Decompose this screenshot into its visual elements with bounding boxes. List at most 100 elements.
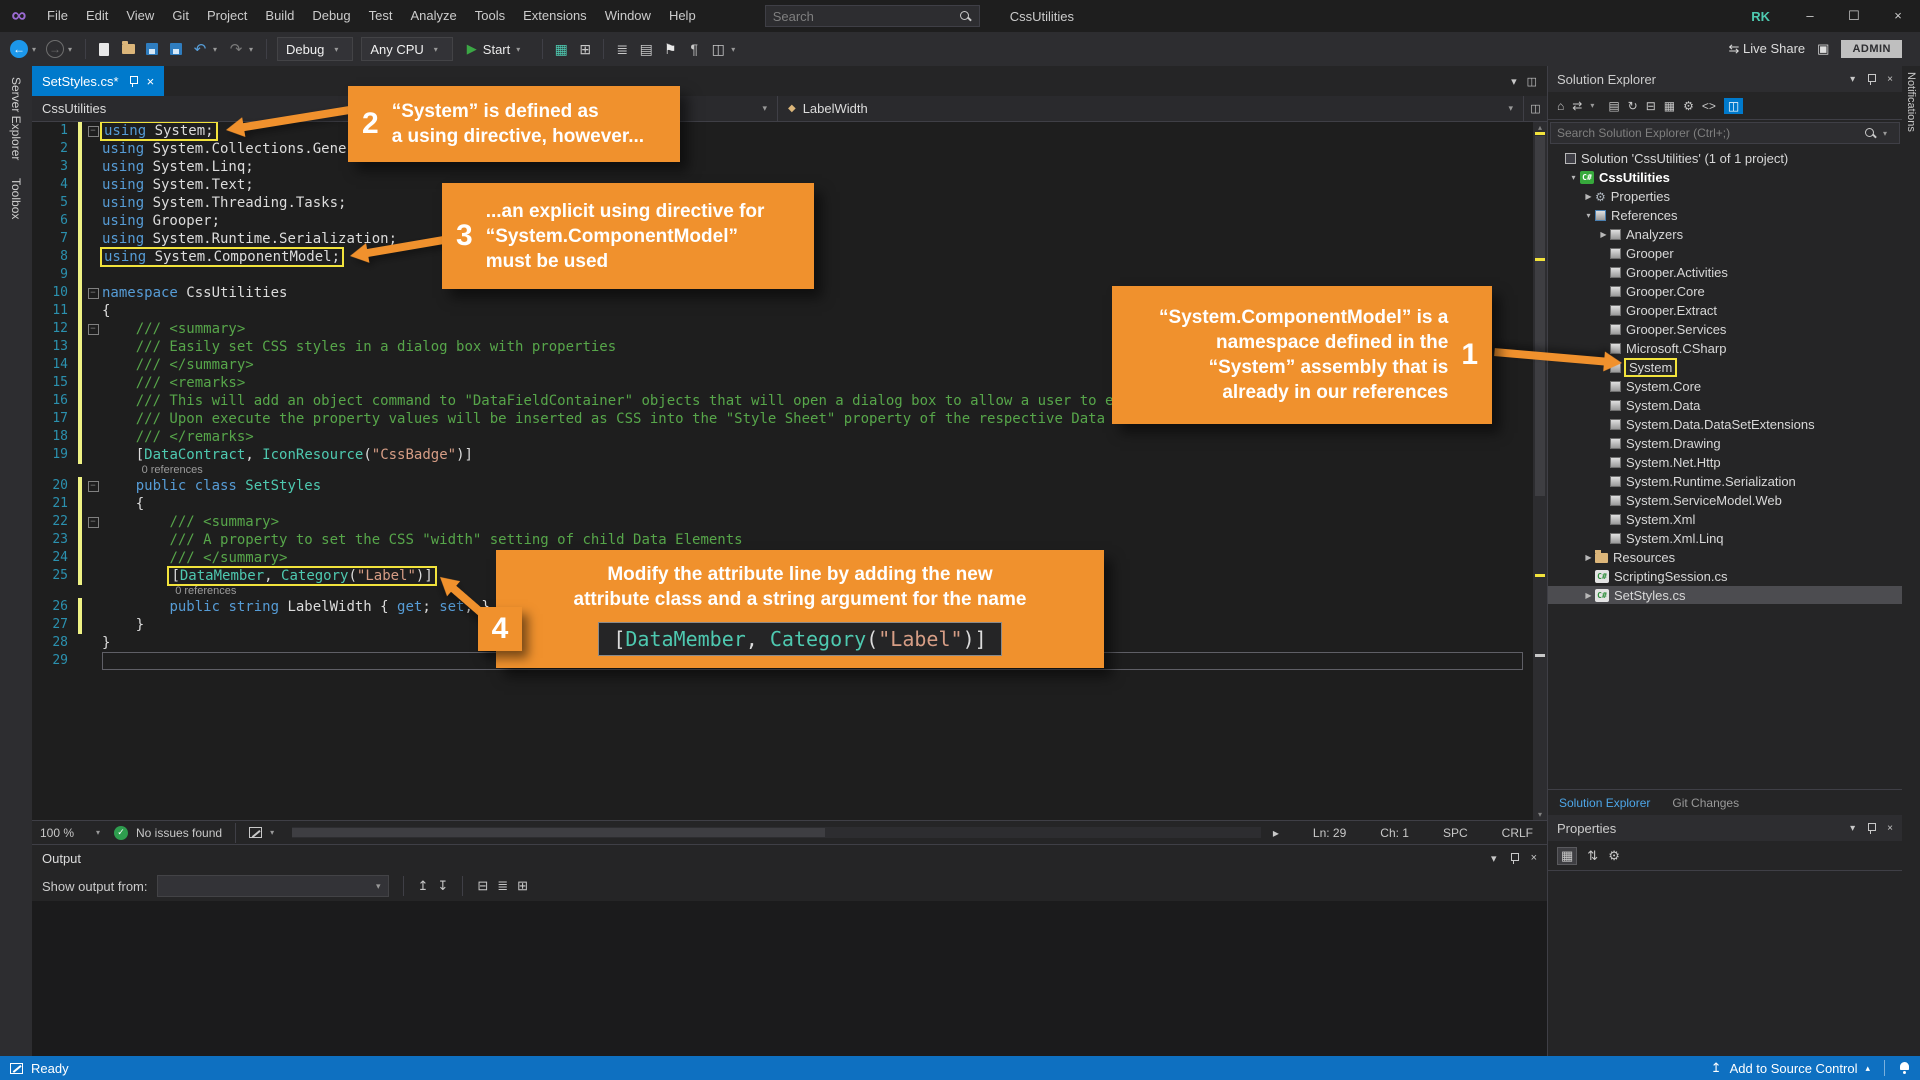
code-line-29[interactable]: 29: [32, 652, 1533, 670]
close-icon[interactable]: ×: [1887, 74, 1893, 85]
code-line-19[interactable]: 19 [DataContract, IconResource("CssBadge…: [32, 446, 1533, 464]
visual-studio-logo-icon[interactable]: ∞: [0, 0, 38, 32]
project-dropdown[interactable]: CssUtilities ▾: [32, 96, 777, 121]
close-button[interactable]: ×: [1876, 0, 1920, 32]
code-line-5[interactable]: 5using System.Threading.Tasks;: [32, 194, 1533, 212]
show-all-files-icon[interactable]: ▦: [1664, 99, 1675, 113]
undo-button[interactable]: ↶: [189, 37, 211, 61]
code-line-20[interactable]: 20− public class SetStyles: [32, 477, 1533, 495]
pin-icon[interactable]: [1866, 73, 1876, 85]
tree-item-system-data[interactable]: System.Data: [1548, 396, 1902, 415]
tree-item-system-servicemodel-web[interactable]: System.ServiceModel.Web: [1548, 491, 1902, 510]
box-selection-icon[interactable]: ⊞: [574, 37, 596, 61]
tree-item-cssutilities[interactable]: ▾C#CssUtilities: [1548, 168, 1902, 187]
clear-all-icon[interactable]: ⊟: [477, 878, 488, 894]
solution-configuration-select[interactable]: Debug▾: [277, 37, 353, 61]
fold-collapse-icon[interactable]: −: [84, 477, 102, 495]
pin-icon[interactable]: [1509, 852, 1519, 864]
pending-changes-filter-icon[interactable]: ▤: [1608, 99, 1619, 113]
code-line-21[interactable]: 21 {: [32, 495, 1533, 513]
expand-arrow-icon[interactable]: ▶: [1597, 230, 1610, 239]
code-line-7[interactable]: 7using System.Runtime.Serialization;: [32, 230, 1533, 248]
code-line-10[interactable]: 10−namespace CssUtilities: [32, 284, 1533, 302]
scroll-down-icon[interactable]: ▾: [1533, 810, 1547, 819]
tree-item-system-drawing[interactable]: System.Drawing: [1548, 434, 1902, 453]
tree-item-solution-cssutilities-1-of-1-project-[interactable]: Solution 'CssUtilities' (1 of 1 project): [1548, 149, 1902, 168]
minimize-button[interactable]: –: [1788, 0, 1832, 32]
output-source-select[interactable]: ▾: [157, 875, 389, 897]
menu-debug[interactable]: Debug: [303, 0, 359, 32]
menu-edit[interactable]: Edit: [77, 0, 117, 32]
tree-item-analyzers[interactable]: ▶Analyzers: [1548, 225, 1902, 244]
collapse-arrow-icon[interactable]: ▾: [1582, 211, 1595, 220]
menu-extensions[interactable]: Extensions: [514, 0, 596, 32]
preview-selected-items-icon[interactable]: ◫: [1724, 98, 1743, 114]
pin-tab-icon[interactable]: [128, 75, 138, 87]
live-share-button[interactable]: ⇆ Live Share: [1728, 41, 1805, 57]
next-message-icon[interactable]: ↧: [437, 878, 448, 894]
collapse-arrow-icon[interactable]: ▾: [1567, 173, 1580, 182]
expand-arrow-icon[interactable]: ▶: [1582, 553, 1595, 562]
code-line-17[interactable]: 17 /// Upon execute the property values …: [32, 410, 1533, 428]
tree-item-grooper-core[interactable]: Grooper.Core: [1548, 282, 1902, 301]
scroll-right-icon[interactable]: ▸: [1273, 826, 1279, 840]
scrollbar-thumb[interactable]: [1535, 136, 1545, 496]
menu-build[interactable]: Build: [256, 0, 303, 32]
menu-project[interactable]: Project: [198, 0, 256, 32]
bookmark-flag-icon[interactable]: ⚑: [659, 37, 681, 61]
code-line-15[interactable]: 15 /// <remarks>: [32, 374, 1533, 392]
zoom-select[interactable]: 100 %▾: [40, 826, 106, 840]
collapse-all-icon[interactable]: ⊟: [1646, 99, 1656, 113]
uncomment-icon[interactable]: ◫: [707, 37, 729, 61]
save-all-button[interactable]: [165, 37, 187, 61]
solution-search-input[interactable]: Search Solution Explorer (Ctrl+;) ▾: [1550, 122, 1900, 144]
member-dropdown[interactable]: ◆ LabelWidth ▾: [778, 96, 1523, 121]
expand-arrow-icon[interactable]: ▶: [1582, 591, 1595, 600]
code-line-25[interactable]: 25 [DataMember, Category("Label")]: [32, 567, 1533, 585]
chevron-down-icon[interactable]: ▾: [1590, 101, 1600, 110]
code-line-9[interactable]: 9: [32, 266, 1533, 284]
code-line-28[interactable]: 28}: [32, 634, 1533, 652]
chevron-down-icon[interactable]: ▾: [1491, 852, 1497, 865]
indent-increase-icon[interactable]: ▤: [635, 37, 657, 61]
chevron-down-icon[interactable]: ▾: [1850, 74, 1855, 85]
property-pages-icon[interactable]: ⚙: [1608, 848, 1620, 864]
new-file-button[interactable]: [93, 37, 115, 61]
fold-collapse-icon[interactable]: −: [84, 284, 102, 302]
tree-item-microsoft-csharp[interactable]: Microsoft.CSharp: [1548, 339, 1902, 358]
tree-item-system-core[interactable]: System.Core: [1548, 377, 1902, 396]
code-line-16[interactable]: 16 /// This will add an object command t…: [32, 392, 1533, 410]
navigate-back-button[interactable]: ←: [8, 37, 30, 61]
navigate-forward-button[interactable]: →: [44, 37, 66, 61]
tree-item-grooper[interactable]: Grooper: [1548, 244, 1902, 263]
menu-file[interactable]: File: [38, 0, 77, 32]
tree-item-system-runtime-serialization[interactable]: System.Runtime.Serialization: [1548, 472, 1902, 491]
scroll-up-icon[interactable]: ▴: [1533, 123, 1547, 132]
tree-item-system[interactable]: System: [1548, 358, 1902, 377]
fold-collapse-icon[interactable]: −: [84, 320, 102, 338]
code-line-27[interactable]: 27 }: [32, 616, 1533, 634]
solution-platform-select[interactable]: Any CPU▾: [361, 37, 452, 61]
global-search-input[interactable]: Search: [765, 5, 980, 27]
screenshot-tool-icon[interactable]: ▦: [550, 37, 572, 61]
properties-content[interactable]: [1548, 871, 1902, 1056]
menu-help[interactable]: Help: [660, 0, 705, 32]
back-caret-icon[interactable]: ▾: [32, 45, 42, 54]
maximize-button[interactable]: ☐: [1832, 0, 1876, 32]
toolbar-overflow-icon[interactable]: ▾: [731, 45, 741, 54]
issues-status[interactable]: No issues found: [136, 826, 222, 840]
split-editor-button[interactable]: ◫: [1523, 96, 1547, 121]
toggle-output-icon[interactable]: ⊞: [517, 878, 528, 894]
tree-item-scriptingsession-cs[interactable]: C#ScriptingSession.cs: [1548, 567, 1902, 586]
tree-item-references[interactable]: ▾References: [1548, 206, 1902, 225]
notifications-tab[interactable]: Notifications: [1905, 66, 1917, 141]
tree-item-grooper-services[interactable]: Grooper.Services: [1548, 320, 1902, 339]
chevron-up-icon[interactable]: ▴: [1865, 1063, 1870, 1074]
fold-collapse-icon[interactable]: −: [84, 513, 102, 531]
code-line-6[interactable]: 6using Grooper;: [32, 212, 1533, 230]
tree-item-system-data-datasetextensions[interactable]: System.Data.DataSetExtensions: [1548, 415, 1902, 434]
alphabetical-icon[interactable]: ⇅: [1587, 848, 1598, 864]
open-file-button[interactable]: [117, 37, 139, 61]
code-line-18[interactable]: 18 /// </remarks>: [32, 428, 1533, 446]
comment-icon[interactable]: ¶: [683, 37, 705, 61]
